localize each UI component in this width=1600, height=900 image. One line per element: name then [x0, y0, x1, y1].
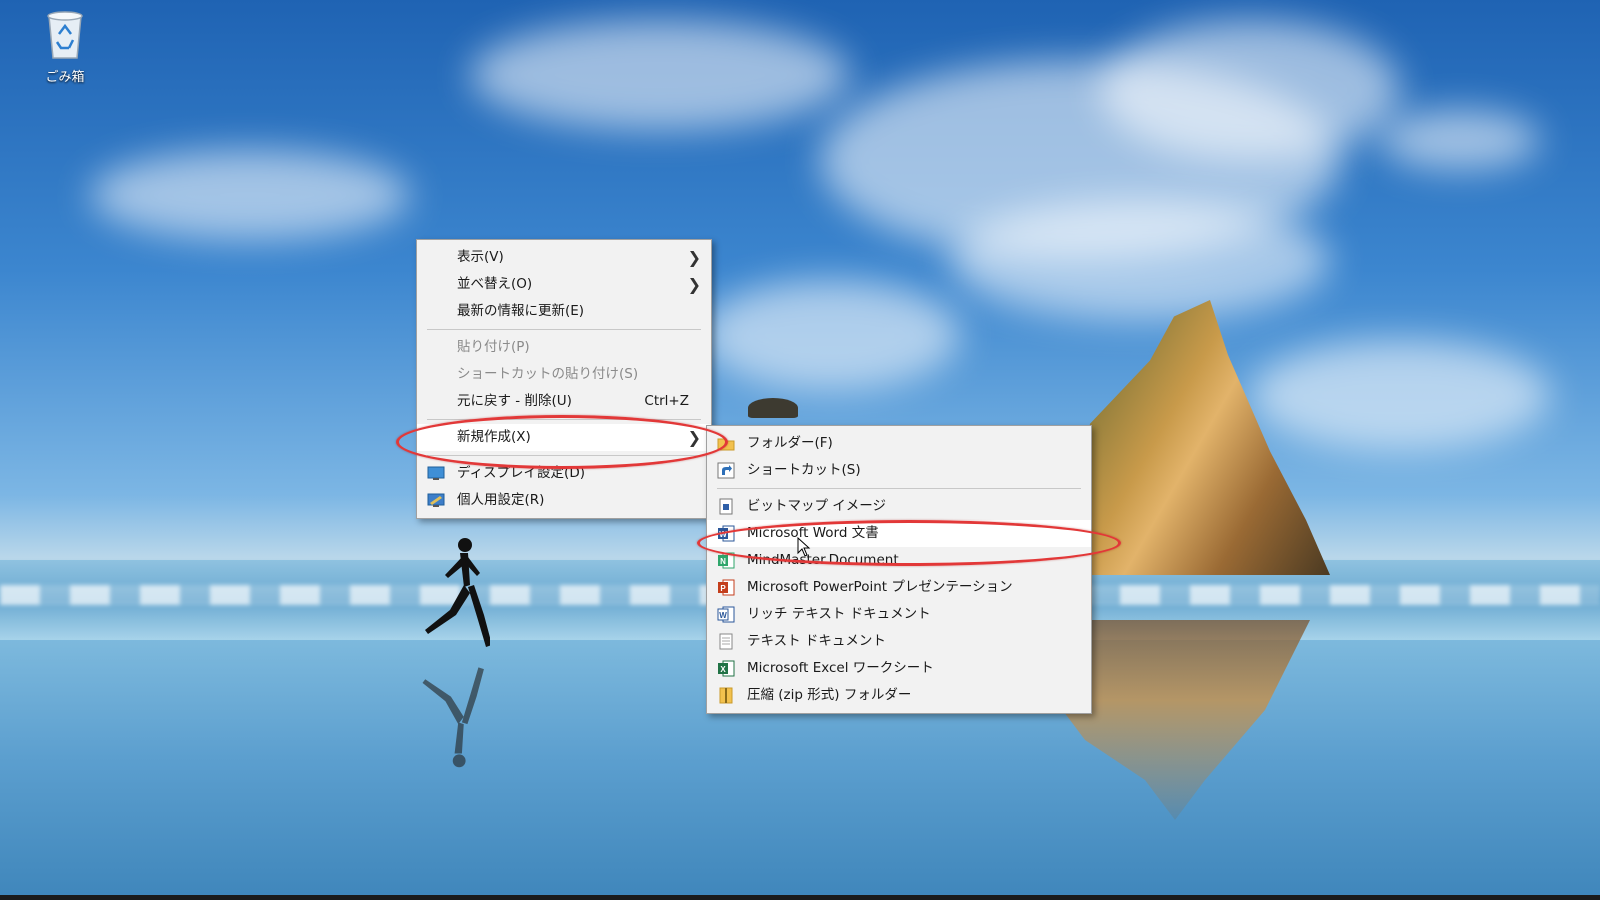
menu-item-paste: 貼り付け(P) [417, 334, 711, 361]
cloud [1380, 110, 1540, 170]
cloud [1250, 340, 1550, 450]
cloud [950, 200, 1330, 320]
menu-item-label: 表示(V) [457, 249, 504, 265]
powerpoint-icon: P [718, 579, 735, 596]
annotation-ring-new [396, 415, 728, 469]
shortcut-icon [717, 462, 735, 479]
cloud [90, 150, 410, 240]
submenu-item-rich-text[interactable]: W リッチ テキスト ドキュメント [707, 601, 1091, 628]
menu-item-label: 圧縮 (zip 形式) フォルダー [747, 687, 912, 703]
annotation-ring-word [697, 520, 1121, 566]
cloud [470, 20, 850, 130]
menu-item-label: テキスト ドキュメント [747, 633, 886, 649]
menu-item-paste-shortcut: ショートカットの貼り付け(S) [417, 361, 711, 388]
menu-item-undo-delete[interactable]: 元に戻す - 削除(U) Ctrl+Z [417, 388, 711, 415]
submenu-item-bitmap[interactable]: ビットマップ イメージ [707, 493, 1091, 520]
desktop-background[interactable]: ごみ箱 表示(V) ❯ 並べ替え(O) ❯ 最新の情報に更新(E) 貼り付け(P… [0, 0, 1600, 900]
menu-separator [427, 329, 701, 330]
menu-item-refresh[interactable]: 最新の情報に更新(E) [417, 298, 711, 325]
recycle-bin[interactable]: ごみ箱 [30, 8, 100, 85]
runner-reflection [422, 667, 484, 768]
menu-item-label: 貼り付け(P) [457, 339, 530, 355]
menu-separator [717, 488, 1081, 489]
taskbar-edge [0, 895, 1600, 900]
submenu-item-folder[interactable]: フォルダー(F) [707, 430, 1091, 457]
chevron-right-icon: ❯ [687, 248, 701, 267]
svg-text:N: N [720, 557, 726, 566]
menu-item-view[interactable]: 表示(V) ❯ [417, 244, 711, 271]
menu-item-label: 元に戻す - 削除(U) [457, 393, 572, 409]
menu-item-label: 個人用設定(R) [457, 492, 545, 508]
mouse-cursor-icon [797, 537, 811, 557]
menu-item-sort[interactable]: 並べ替え(O) ❯ [417, 271, 711, 298]
excel-icon: X [718, 660, 735, 677]
small-rock [748, 398, 798, 418]
desktop-context-menu: 表示(V) ❯ 並べ替え(O) ❯ 最新の情報に更新(E) 貼り付け(P) ショ… [416, 239, 712, 519]
menu-item-label: Microsoft PowerPoint プレゼンテーション [747, 579, 1013, 595]
text-doc-icon [719, 633, 733, 650]
submenu-item-excel[interactable]: X Microsoft Excel ワークシート [707, 655, 1091, 682]
submenu-item-zip-folder[interactable]: 圧縮 (zip 形式) フォルダー [707, 682, 1091, 709]
zip-folder-icon [719, 687, 733, 704]
menu-item-label: ビットマップ イメージ [747, 498, 887, 514]
svg-text:P: P [720, 584, 726, 593]
personalize-icon [427, 493, 445, 507]
submenu-item-shortcut[interactable]: ショートカット(S) [707, 457, 1091, 484]
menu-item-label: ショートカットの貼り付け(S) [457, 366, 639, 382]
chevron-right-icon: ❯ [687, 275, 701, 294]
cloud [700, 280, 960, 390]
recycle-bin-label: ごみ箱 [45, 70, 85, 85]
menu-item-label: 最新の情報に更新(E) [457, 303, 585, 319]
menu-item-label: フォルダー(F) [747, 435, 833, 451]
shortcut-label: Ctrl+Z [644, 393, 689, 409]
recycle-bin-icon [47, 11, 83, 59]
cloud [1100, 20, 1400, 160]
menu-item-label: ショートカット(S) [747, 462, 861, 478]
menu-item-label: 並べ替え(O) [457, 276, 533, 292]
runner-silhouette [425, 538, 490, 647]
svg-text:X: X [720, 665, 726, 674]
submenu-item-text-document[interactable]: テキスト ドキュメント [707, 628, 1091, 655]
submenu-item-powerpoint[interactable]: P Microsoft PowerPoint プレゼンテーション [707, 574, 1091, 601]
rtf-icon: W [717, 606, 735, 623]
display-settings-icon [427, 466, 445, 480]
menu-item-label: リッチ テキスト ドキュメント [747, 606, 931, 622]
menu-item-label: Microsoft Excel ワークシート [747, 660, 934, 676]
new-submenu: フォルダー(F) ショートカット(S) ビットマップ イメージ W Micros… [706, 425, 1092, 714]
svg-text:W: W [719, 611, 727, 620]
menu-item-personalize[interactable]: 個人用設定(R) [417, 487, 711, 514]
bitmap-icon [719, 498, 733, 515]
